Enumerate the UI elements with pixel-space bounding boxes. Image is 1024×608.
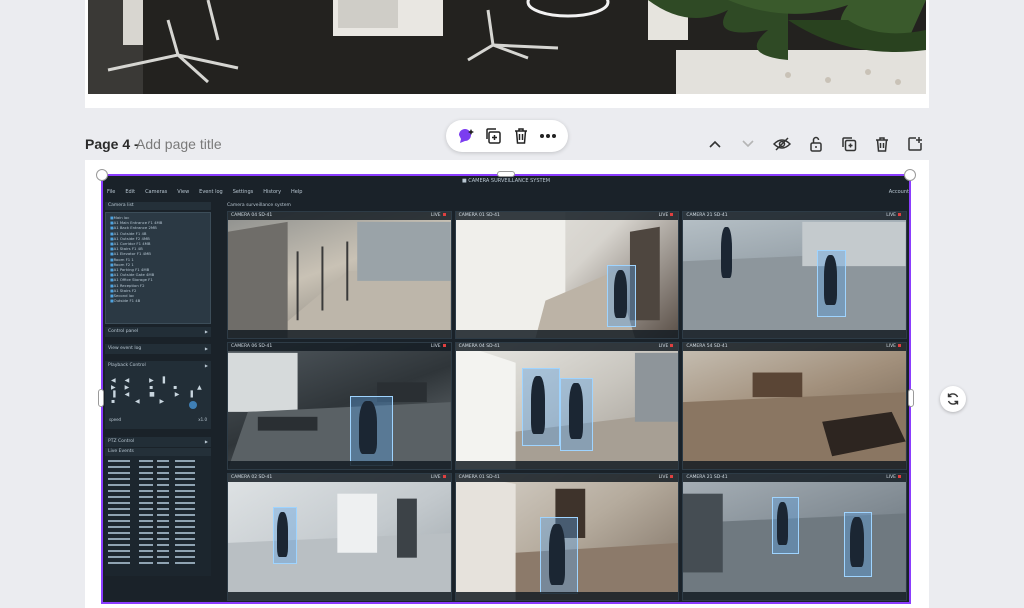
delete-page-button[interactable] [870, 133, 894, 155]
selection-frame [101, 174, 911, 604]
lock-icon [810, 136, 822, 152]
page-label: Page 4 - [85, 136, 139, 152]
rotate-button[interactable] [940, 386, 966, 412]
resize-handle-right[interactable] [908, 389, 914, 407]
resize-handle-left[interactable] [98, 389, 104, 407]
duplicate-icon [486, 128, 501, 144]
duplicate-button[interactable] [480, 123, 506, 149]
move-page-up-button[interactable] [703, 133, 727, 155]
office-photo[interactable] [88, 0, 926, 94]
duplicate-page-icon [842, 137, 857, 152]
resize-handle-top-left[interactable] [96, 169, 108, 181]
delete-button[interactable] [508, 123, 534, 149]
element-floating-toolbar [446, 120, 568, 152]
resize-handle-top-right[interactable] [904, 169, 916, 181]
page-title-input[interactable] [136, 132, 296, 156]
add-page-icon [908, 137, 922, 151]
office-scene-graphic [88, 0, 926, 94]
more-icon [540, 134, 557, 138]
rotate-icon [947, 393, 959, 405]
hide-icon [773, 137, 791, 151]
magic-edit-icon [458, 129, 474, 143]
resize-handle-top[interactable] [497, 171, 515, 177]
trash-icon [876, 137, 888, 152]
move-page-down-button[interactable] [736, 133, 760, 155]
more-options-button[interactable] [535, 123, 561, 149]
page-actions [700, 133, 930, 155]
add-page-button[interactable] [903, 133, 927, 155]
trash-icon [514, 128, 527, 144]
page-3-canvas[interactable] [85, 0, 929, 108]
chevron-down-icon [742, 140, 754, 148]
chevron-up-icon [709, 140, 721, 148]
magic-edit-button[interactable] [453, 123, 479, 149]
hide-page-button[interactable] [770, 133, 794, 155]
duplicate-page-button[interactable] [837, 133, 861, 155]
lock-page-button[interactable] [804, 133, 828, 155]
